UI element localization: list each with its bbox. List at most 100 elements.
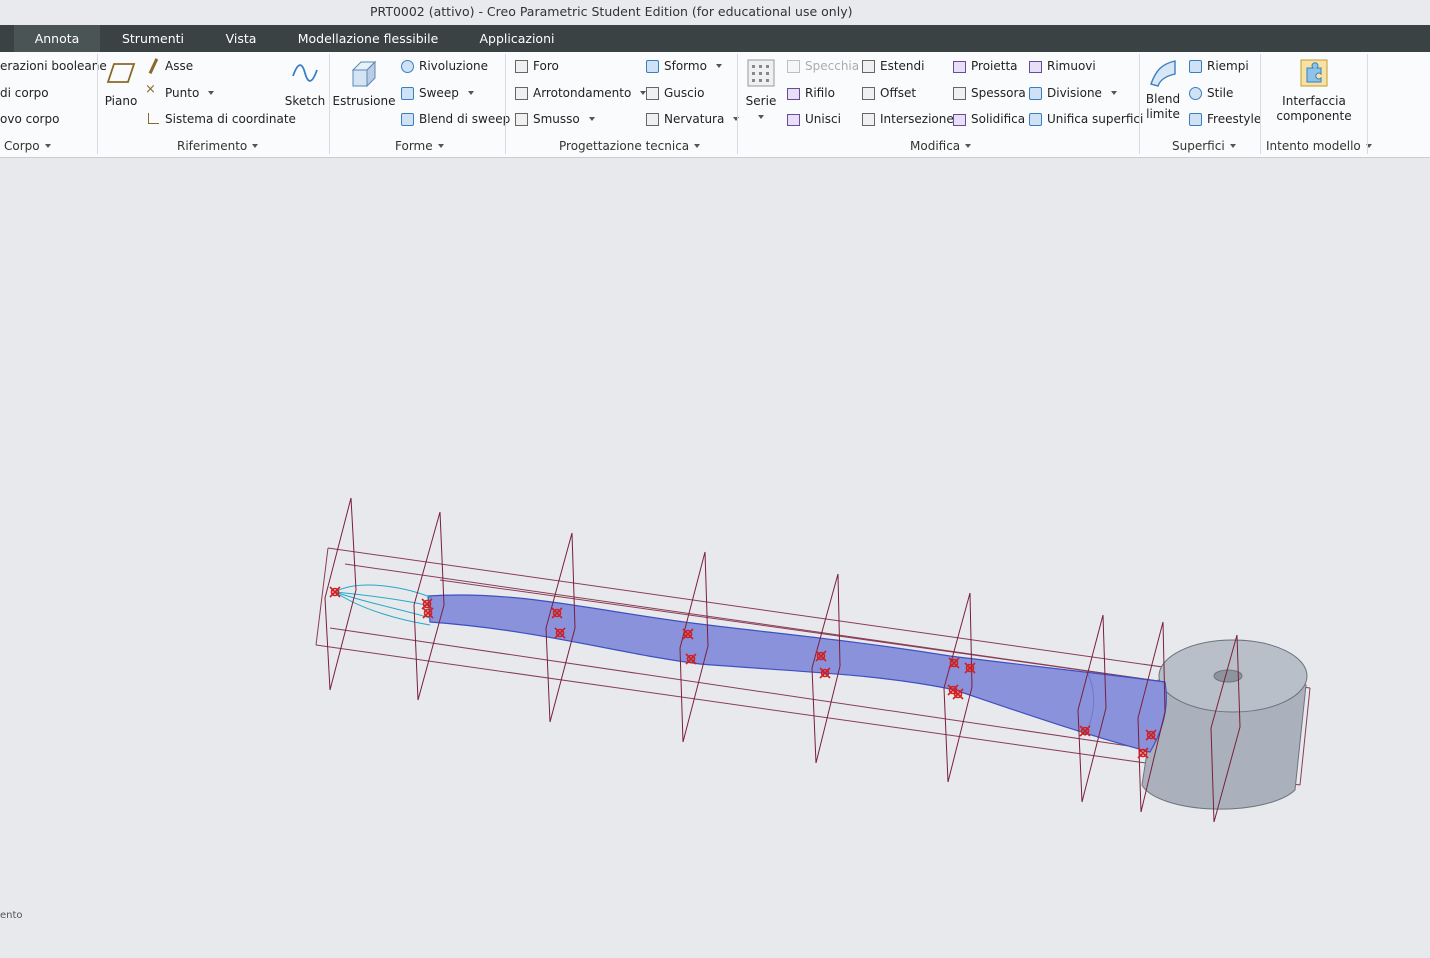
title-bar: PRT0002 (attivo) - Creo Parametric Stude…	[0, 0, 1430, 25]
group-superfici-label: Superfici	[1172, 139, 1225, 153]
piano-button[interactable]: Piano	[104, 58, 138, 109]
group-divider	[737, 54, 738, 154]
asse-button[interactable]: Asse	[145, 56, 193, 76]
fill-icon	[1187, 58, 1203, 74]
stile-label: Stile	[1207, 86, 1234, 100]
blend-limite-label-1: Blend	[1145, 92, 1181, 106]
interfaccia-label-1: Interfaccia	[1282, 94, 1346, 108]
estrusione-button[interactable]: Estrusione	[333, 58, 396, 109]
extrude-icon	[349, 58, 379, 88]
pattern-icon	[746, 58, 776, 88]
unify-surfaces-icon	[1027, 111, 1043, 127]
chevron-down-icon	[44, 144, 51, 148]
solidifica-button[interactable]: Solidifica	[951, 109, 1025, 129]
guscio-button[interactable]: Guscio	[644, 83, 704, 103]
group-intento-modello[interactable]: Intento modello	[1266, 138, 1372, 154]
sketch-label: Sketch	[284, 94, 326, 108]
plane-icon	[106, 58, 136, 88]
offset-label: Offset	[880, 86, 917, 100]
nuovo-corpo-button[interactable]: ovo corpo	[0, 109, 59, 129]
arrotondamento-button[interactable]: Arrotondamento	[513, 83, 647, 103]
trim-icon	[785, 85, 801, 101]
solidifica-label: Solidifica	[971, 112, 1026, 126]
tab-modellazione-flessibile[interactable]: Modellazione flessibile	[290, 25, 446, 52]
axis-icon	[145, 58, 161, 74]
chevron-down-icon	[467, 91, 474, 95]
serie-button[interactable]: Serie	[744, 58, 778, 119]
chevron-down-icon	[965, 144, 972, 148]
component-interface-icon	[1299, 58, 1329, 88]
thicken-icon	[951, 85, 967, 101]
boundary-blend-icon	[1148, 58, 1178, 88]
sweep-surface[interactable]	[427, 594, 1167, 753]
intersezione-label: Intersezione	[880, 112, 954, 126]
unisci-button[interactable]: Unisci	[785, 109, 841, 129]
draft-icon	[644, 58, 660, 74]
model-view[interactable]	[0, 0, 1430, 958]
operazioni-booleane-button[interactable]: erazioni booleane	[0, 56, 107, 76]
foro-label: Foro	[533, 59, 559, 73]
dividi-corpo-button[interactable]: di corpo	[0, 83, 49, 103]
blend-di-sweep-button[interactable]: Blend di sweep	[399, 109, 510, 129]
chevron-down-icon	[208, 91, 215, 95]
offset-button[interactable]: Offset	[860, 83, 916, 103]
riempi-label: Riempi	[1207, 59, 1249, 73]
operazioni-booleane-label: erazioni booleane	[0, 59, 107, 73]
group-modifica[interactable]: Modifica	[910, 138, 972, 154]
spessora-button[interactable]: Spessora	[951, 83, 1026, 103]
group-superfici[interactable]: Superfici	[1172, 138, 1236, 154]
rimuovi-button[interactable]: Rimuovi	[1027, 56, 1096, 76]
blend-limite-button[interactable]: Blend limite	[1145, 58, 1181, 122]
interfaccia-componente-button[interactable]: Interfaccia componente	[1272, 58, 1356, 124]
proietta-label: Proietta	[971, 59, 1018, 73]
unifica-superfici-button[interactable]: Unifica superfici	[1027, 109, 1143, 129]
tab-applicazioni[interactable]: Applicazioni	[468, 25, 566, 52]
group-divider	[329, 54, 330, 154]
group-forme[interactable]: Forme	[395, 138, 444, 154]
freestyle-button[interactable]: Freestyle	[1187, 109, 1261, 129]
punto-button[interactable]: Punto	[145, 82, 215, 103]
tab-annota[interactable]: Annota	[14, 25, 100, 52]
group-intento-label: Intento modello	[1266, 139, 1361, 153]
chevron-down-icon	[694, 144, 701, 148]
rivoluzione-button[interactable]: Rivoluzione	[399, 56, 488, 76]
freestyle-icon	[1187, 111, 1203, 127]
group-riferimento[interactable]: Riferimento	[177, 138, 259, 154]
proietta-button[interactable]: Proietta	[951, 56, 1018, 76]
graphics-viewport[interactable]	[0, 0, 1430, 958]
sistema-coordinate-button[interactable]: Sistema di coordinate	[145, 109, 296, 129]
group-divider	[1367, 54, 1368, 154]
divisione-button[interactable]: Divisione	[1027, 83, 1117, 103]
nuovo-corpo-label: ovo corpo	[0, 112, 60, 126]
tab-vista[interactable]: Vista	[210, 25, 272, 52]
group-corpo[interactable]: Corpo	[4, 138, 51, 154]
unisci-label: Unisci	[805, 112, 841, 126]
sketch-button[interactable]: Sketch	[285, 58, 325, 109]
sketch-icon	[290, 58, 320, 88]
intersect-icon	[860, 111, 876, 127]
group-divider	[505, 54, 506, 154]
piano-label: Piano	[104, 94, 138, 108]
stile-button[interactable]: Stile	[1187, 83, 1233, 103]
rifilo-button[interactable]: Rifilo	[785, 83, 835, 103]
group-progettazione-tecnica[interactable]: Progettazione tecnica	[559, 138, 701, 154]
chamfer-icon	[513, 111, 529, 127]
riempi-button[interactable]: Riempi	[1187, 56, 1249, 76]
foro-button[interactable]: Foro	[513, 56, 559, 76]
sweep-button[interactable]: Sweep	[399, 83, 474, 103]
rimuovi-label: Rimuovi	[1047, 59, 1096, 73]
punto-label: Punto	[165, 86, 200, 100]
group-divider	[1260, 54, 1261, 154]
smusso-button[interactable]: Smusso	[513, 109, 595, 129]
specchia-label: Specchia	[805, 59, 860, 73]
chevron-down-icon	[758, 115, 764, 119]
intersezione-button[interactable]: Intersezione	[860, 109, 954, 129]
group-modifica-label: Modifica	[910, 139, 961, 153]
specchia-button[interactable]: Specchia	[785, 56, 859, 76]
sformo-button[interactable]: Sformo	[644, 56, 722, 76]
style-icon	[1187, 85, 1203, 101]
estendi-button[interactable]: Estendi	[860, 56, 924, 76]
tab-strumenti[interactable]: Strumenti	[110, 25, 196, 52]
nervatura-button[interactable]: Nervatura	[644, 109, 740, 129]
group-riferimento-label: Riferimento	[177, 139, 248, 153]
